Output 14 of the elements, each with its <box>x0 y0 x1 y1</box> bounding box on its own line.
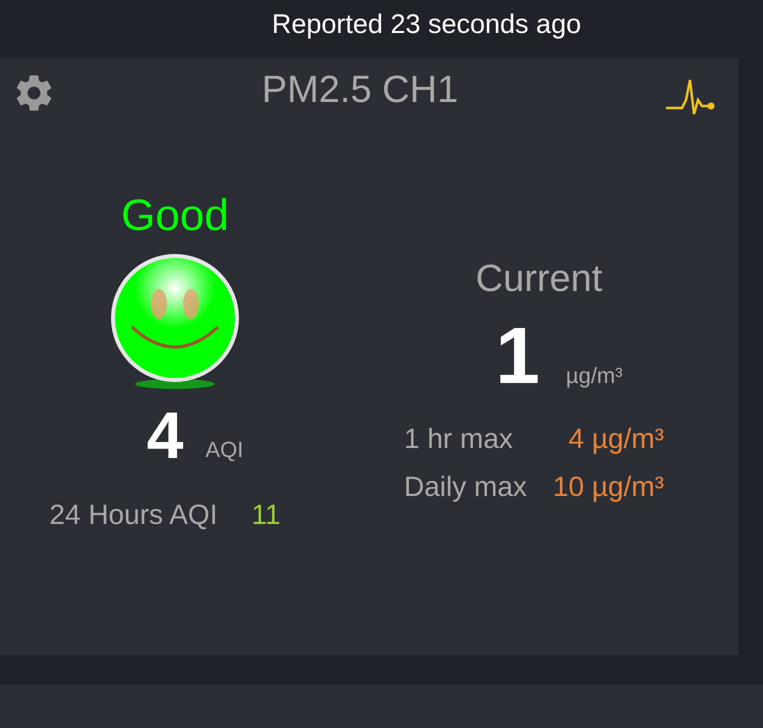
daily-aqi-label: 24 Hours AQI <box>49 498 218 532</box>
current-value: 1 <box>495 316 540 396</box>
aqi-unit: AQI <box>205 436 244 464</box>
stat-value: 4 µg/m³ <box>568 422 664 456</box>
daily-aqi-value: 11 <box>252 498 281 532</box>
stat-label: Daily max <box>404 470 527 504</box>
card-title: PM2.5 CH1 <box>262 68 458 112</box>
current-unit: µg/m³ <box>566 362 623 390</box>
current-label: Current <box>476 260 602 298</box>
stat-value: 10 µg/m³ <box>552 470 664 504</box>
stat-label: 1 hr max <box>404 422 514 456</box>
aqi-value: 4 <box>146 402 184 468</box>
report-time: Reported 23 seconds ago <box>272 8 582 41</box>
aqi-category: Good <box>121 194 229 238</box>
